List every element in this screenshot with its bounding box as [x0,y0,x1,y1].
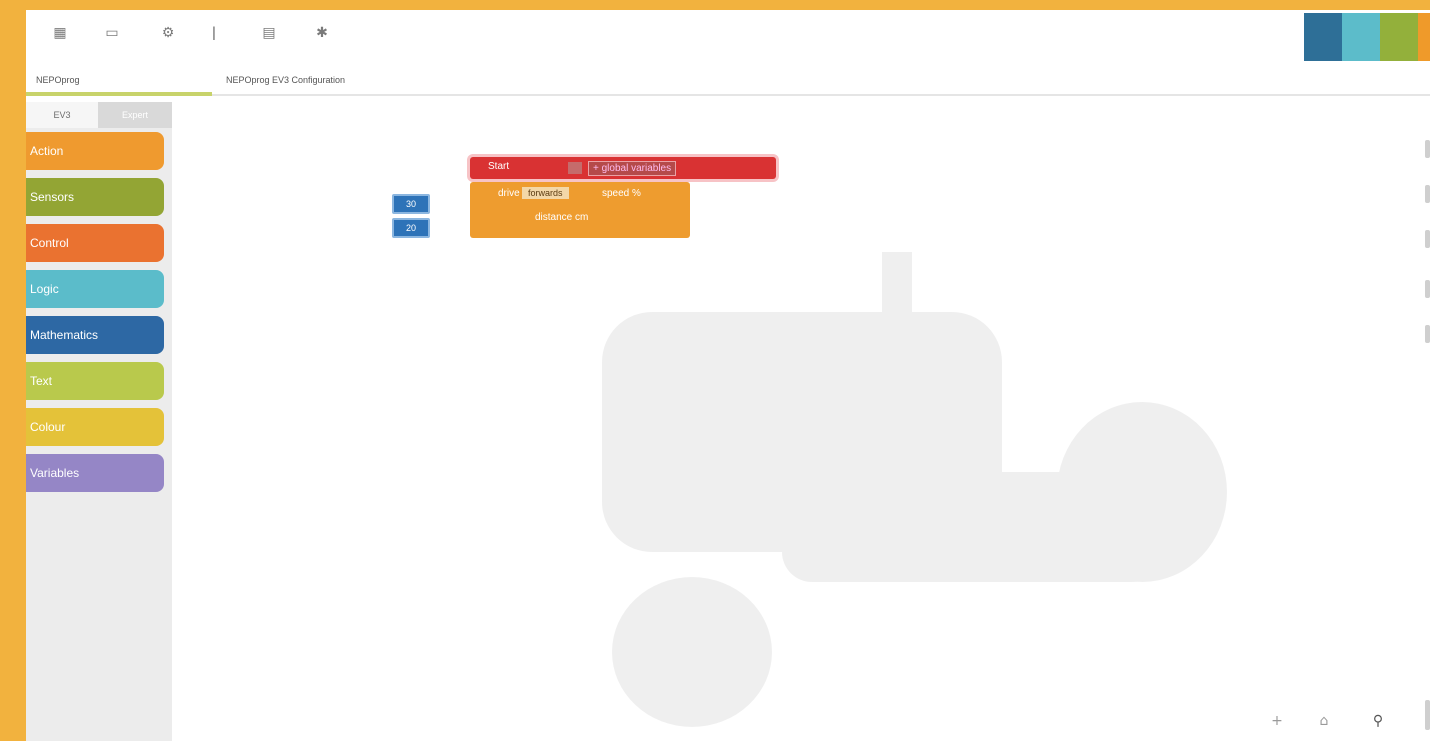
open-icon[interactable]: ▭ [98,22,126,44]
category-sensors[interactable]: Sensors [26,178,164,216]
side-control[interactable] [1425,700,1430,730]
side-control[interactable] [1425,185,1430,203]
logo-tile [1304,13,1342,61]
start-block[interactable]: Start + global variables [470,157,776,179]
toolbox-tab-expert[interactable]: Expert [98,102,172,128]
start-block-label: Start [488,161,510,172]
logo-tile [1342,13,1380,61]
category-mathematics[interactable]: Mathematics [26,316,164,354]
category-action[interactable]: Action [26,132,164,170]
help-icon[interactable]: ✱ [310,22,334,44]
tab-configuration[interactable]: NEPOprog EV3 Configuration [226,70,345,90]
drive-block[interactable]: drive forwards speed % distance cm [470,182,690,238]
robot-watermark-image [602,252,1227,727]
global-variables-label: + global variables [588,161,677,176]
logo-tile [1380,13,1418,61]
toolbox-tab-ev3[interactable]: EV3 [26,102,98,128]
info-icon[interactable]: ǀ [206,22,222,44]
category-variables[interactable]: Variables [26,454,164,492]
tab-divider [212,94,1430,96]
new-program-icon[interactable]: ▦ [48,22,72,44]
block-toolbox: EV3 Expert Action Sensors Control Logic … [26,102,172,741]
category-logic[interactable]: Logic [26,270,164,308]
app-logo [1304,13,1430,61]
speed-label: speed % [602,188,641,199]
blockly-workspace[interactable]: Start + global variables drive forwards … [172,102,1430,741]
drive-block-label: drive [498,188,520,199]
window-frame-top [0,0,1430,10]
side-control[interactable] [1425,280,1430,298]
side-control[interactable] [1425,325,1430,343]
start-block-toggle[interactable] [568,162,582,174]
speed-value-block[interactable]: 30 [392,194,430,214]
category-colour[interactable]: Colour [26,408,164,446]
category-text[interactable]: Text [26,362,164,400]
side-control[interactable] [1425,230,1430,248]
connect-icon[interactable]: ▤ [256,22,282,44]
tab-program[interactable]: NEPOprog [36,70,80,90]
window-frame-left [0,0,26,741]
category-control[interactable]: Control [26,224,164,262]
logo-tile [1418,13,1430,61]
zoom-reset-icon[interactable]: + [1267,710,1287,732]
tab-bar: NEPOprog NEPOprog EV3 Configuration [26,68,1430,102]
settings-icon[interactable]: ⚙ [156,22,180,44]
app-window: ▦ ▭ ⚙ ǀ ▤ ✱ NEPOprog NEPOprog EV3 Config… [26,10,1430,741]
active-tab-indicator [26,92,212,96]
toolbar: ▦ ▭ ⚙ ǀ ▤ ✱ [26,10,1430,61]
home-icon[interactable]: ⌂ [1312,710,1336,732]
zoom-icon[interactable]: ⚲ [1366,710,1390,732]
distance-value-block[interactable]: 20 [392,218,430,238]
side-control[interactable] [1425,140,1430,158]
distance-label: distance cm [535,212,589,223]
direction-dropdown[interactable]: forwards [522,187,569,199]
